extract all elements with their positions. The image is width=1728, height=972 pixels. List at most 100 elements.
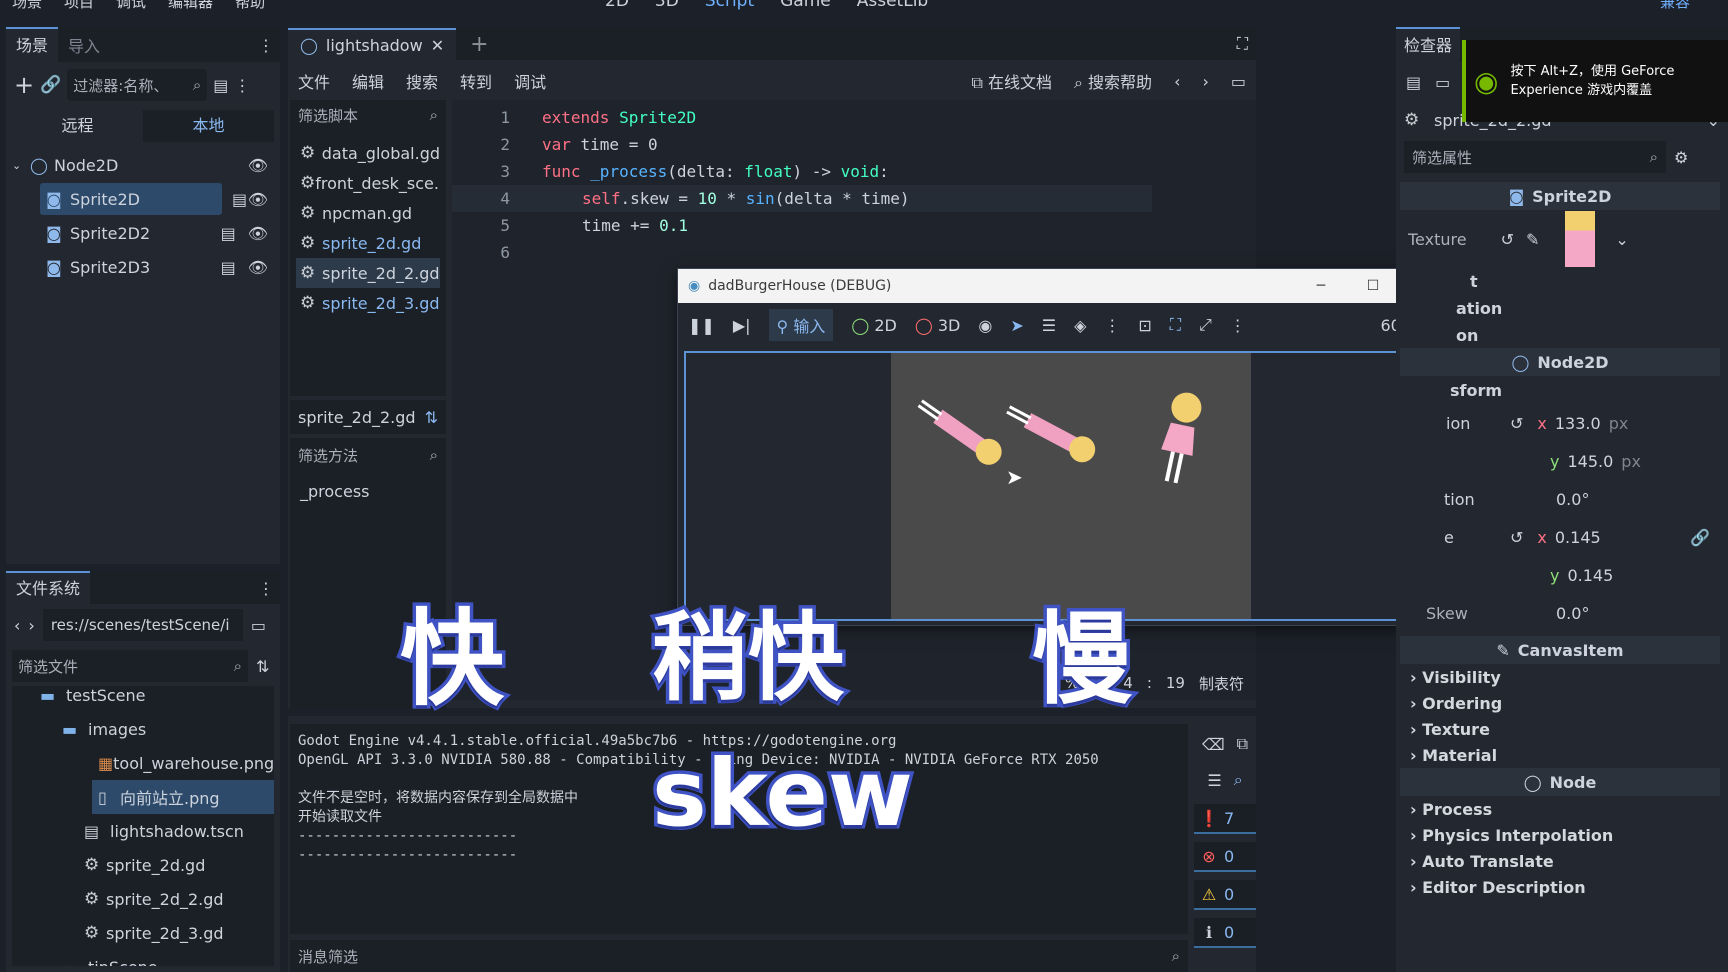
- warning-count-badge[interactable]: ⚠ 0: [1194, 880, 1256, 910]
- menu-debug[interactable]: 调试: [116, 0, 146, 12]
- menu-project[interactable]: 项目: [64, 0, 94, 12]
- keep-aspect-icon[interactable]: ⛶: [1170, 315, 1181, 335]
- file-filter-input[interactable]: 筛选文件 ⌕: [12, 650, 248, 682]
- eye-icon[interactable]: ◉: [978, 316, 992, 335]
- section-editor-description[interactable]: › Editor Description: [1400, 874, 1720, 900]
- workspace-3d[interactable]: 3D: [655, 0, 679, 11]
- sort-icon[interactable]: ⇅: [425, 408, 438, 427]
- script-item[interactable]: ⚙ npcman.gd: [296, 198, 440, 228]
- select-icon[interactable]: ➤: [1010, 316, 1023, 335]
- indent-mode[interactable]: 制表符: [1199, 673, 1244, 694]
- workspace-script[interactable]: Script: [705, 0, 754, 11]
- workspace-assetlib[interactable]: AssetLib: [857, 0, 928, 11]
- menu-file[interactable]: 文件: [298, 69, 330, 93]
- more-icon[interactable]: ⋮: [1104, 316, 1120, 335]
- scale-y[interactable]: y 0.145: [1400, 556, 1720, 594]
- tab-scene[interactable]: 场景: [6, 27, 59, 63]
- tree-node-sprite2d[interactable]: ◙ Sprite2D ▤ 👁: [12, 182, 274, 216]
- workspace-2d[interactable]: 2D: [605, 0, 629, 11]
- embed-icon[interactable]: ⊡: [1138, 316, 1151, 335]
- more-icon[interactable]: ⋮: [258, 36, 274, 55]
- section-physics-interpolation[interactable]: › Physics Interpolation: [1400, 822, 1720, 848]
- file-sprite2d[interactable]: ⚙ sprite_2d.gd: [12, 848, 274, 882]
- property-filter-input[interactable]: 筛选属性 ⌕: [1404, 141, 1666, 173]
- collapse-icon[interactable]: ☰: [1207, 771, 1221, 790]
- step-icon[interactable]: ▶|: [733, 316, 751, 335]
- search-icon[interactable]: ⌕: [1234, 770, 1243, 790]
- close-icon[interactable]: ✕: [431, 36, 444, 55]
- visibility-icon[interactable]: 👁: [248, 190, 268, 209]
- menu-debug[interactable]: 调试: [514, 69, 546, 93]
- forward-icon[interactable]: ›: [28, 616, 34, 635]
- revert-icon[interactable]: ↺: [1510, 528, 1523, 547]
- tab-import[interactable]: 导入: [58, 33, 110, 57]
- sort-icon[interactable]: ⇅: [256, 657, 269, 676]
- open-folder-icon[interactable]: ▭: [1435, 73, 1450, 92]
- tree-node-sprite2d3[interactable]: ◙ Sprite2D3 ▤ 👁: [12, 250, 274, 284]
- filter-settings-icon[interactable]: ⚙: [1674, 148, 1688, 167]
- menu-scene[interactable]: 场景: [12, 0, 42, 12]
- script-item[interactable]: ⚙ sprite_2d.gd: [296, 228, 440, 258]
- prev-icon[interactable]: ‹: [1174, 72, 1180, 91]
- section-texture[interactable]: › Texture: [1400, 716, 1720, 742]
- mode-2d-button[interactable]: ◯ 2D: [851, 316, 897, 335]
- menu-goto[interactable]: 转到: [460, 69, 492, 93]
- revert-icon[interactable]: ↺: [1501, 230, 1514, 249]
- section-ordering[interactable]: › Ordering: [1400, 690, 1720, 716]
- info-count-badge[interactable]: ℹ0: [1194, 918, 1256, 948]
- add-tab-icon[interactable]: +: [470, 32, 488, 57]
- camera-icon[interactable]: ◈: [1074, 316, 1086, 335]
- texture-property[interactable]: Texture ↺ ✎ ⌄: [1400, 210, 1720, 268]
- script-item[interactable]: ⚙ front_desk_sce...: [296, 168, 440, 198]
- script-item[interactable]: ⚙ data_global.gd: [296, 138, 440, 168]
- script-filter-input[interactable]: 筛选脚本 ⌕: [290, 100, 446, 130]
- mode-3d-button[interactable]: ◯ 3D: [915, 316, 961, 335]
- error-count-badge[interactable]: ⊗ 0: [1194, 842, 1256, 872]
- file-lightshadow[interactable]: ▤ lightshadow.tscn: [12, 814, 274, 848]
- renderer-label[interactable]: 兼容: [1660, 0, 1690, 12]
- file-tool-warehouse[interactable]: ▦ tool_warehouse.png: [12, 746, 274, 780]
- tab-inspector[interactable]: 检查器: [1396, 27, 1461, 63]
- method-filter-input[interactable]: 筛选方法 ⌕: [290, 438, 446, 472]
- visibility-icon[interactable]: 👁: [248, 224, 268, 243]
- tree-node-node2d[interactable]: ⌄ ◯ Node2D 👁: [12, 148, 274, 182]
- more-icon[interactable]: ⋮: [1230, 316, 1246, 335]
- input-button[interactable]: ⚲ 输入: [768, 309, 834, 341]
- section-auto-translate[interactable]: › Auto Translate: [1400, 848, 1720, 874]
- back-icon[interactable]: ‹: [14, 616, 20, 635]
- folder-tinscene[interactable]: ▬tinScene: [12, 950, 274, 967]
- stretch-icon[interactable]: ⤢: [1199, 315, 1212, 335]
- edit-icon[interactable]: ✎: [1526, 230, 1539, 249]
- workspace-game[interactable]: Game: [780, 0, 831, 11]
- file-front-standing[interactable]: ▯ 向前站立.png: [92, 780, 274, 814]
- menu-edit[interactable]: 编辑: [352, 69, 384, 93]
- log-count-badge[interactable]: ❗ 7: [1194, 804, 1256, 834]
- local-button[interactable]: 本地: [143, 110, 274, 142]
- split-view-icon[interactable]: ▭: [251, 616, 266, 635]
- minimize-icon[interactable]: ─: [1295, 278, 1347, 294]
- search-help-button[interactable]: ⌕ 搜索帮助: [1074, 69, 1152, 93]
- scene-filter-input[interactable]: 过滤器:名称、 ⌕: [67, 69, 208, 101]
- chevron-down-icon[interactable]: ⌄: [1615, 230, 1628, 249]
- section-visibility[interactable]: › Visibility: [1400, 664, 1720, 690]
- tab-filesystem[interactable]: 文件系统: [6, 571, 91, 605]
- link-icon[interactable]: 🔗: [1690, 528, 1710, 547]
- link-icon[interactable]: 🔗: [40, 75, 61, 95]
- folder-testscene[interactable]: ▬ testScene: [12, 686, 274, 712]
- more-icon[interactable]: ⋮: [234, 76, 250, 95]
- section-material[interactable]: › Material: [1400, 742, 1720, 768]
- remote-button[interactable]: 远程: [12, 110, 143, 142]
- scale-x[interactable]: e ↺ x 0.145 🔗: [1400, 518, 1720, 556]
- pause-icon[interactable]: ❚❚: [688, 316, 715, 335]
- fullscreen-icon[interactable]: ⛶: [1237, 34, 1248, 54]
- copy-icon[interactable]: ⧉: [1237, 734, 1248, 754]
- file-sprite2d3[interactable]: ⚙ sprite_2d_3.gd: [12, 916, 274, 950]
- section-process[interactable]: › Process: [1400, 796, 1720, 822]
- script-attached-icon[interactable]: ▤: [221, 224, 236, 243]
- online-docs-button[interactable]: ⧉ 在线文档: [971, 69, 1052, 93]
- script-icon[interactable]: ▤: [213, 76, 228, 95]
- tree-node-sprite2d2[interactable]: ◙ Sprite2D2 ▤ 👁: [12, 216, 274, 250]
- script-attached-icon[interactable]: ▤: [232, 190, 247, 209]
- method-item[interactable]: _process: [290, 472, 446, 511]
- next-icon[interactable]: ›: [1202, 72, 1208, 91]
